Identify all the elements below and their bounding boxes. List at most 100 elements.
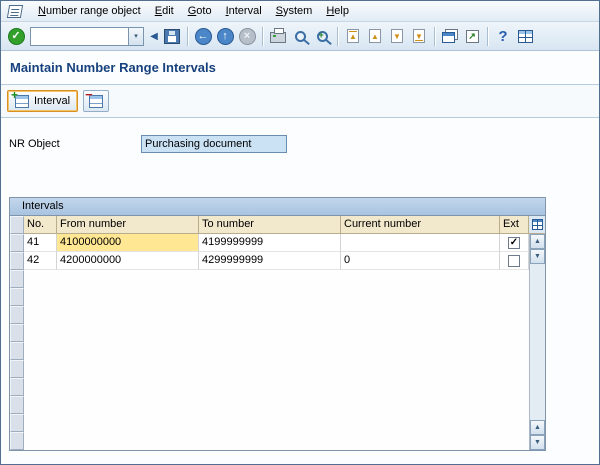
cell-no[interactable]: 42 <box>24 252 57 270</box>
scroll-up-icon: ▲ <box>534 424 541 431</box>
cell-from-number[interactable]: 4100000000 <box>57 234 199 252</box>
back-button[interactable]: ← <box>192 25 214 47</box>
row-selector[interactable] <box>10 270 24 288</box>
command-collapse-icon[interactable]: ◀ <box>147 25 161 47</box>
cell-to-number[interactable]: 4199999999 <box>199 234 341 252</box>
system-menu-icon[interactable] <box>6 4 24 18</box>
interval-button[interactable]: + Interval <box>7 87 79 112</box>
last-page-icon: ▼ <box>413 29 425 43</box>
toolbar-separator <box>487 26 488 46</box>
print-button[interactable] <box>267 25 289 47</box>
new-session-icon <box>442 29 458 43</box>
row-selector[interactable] <box>10 360 24 378</box>
table-header-row: No. From number To number Current number… <box>10 216 545 234</box>
page-down-button[interactable]: ▼ <box>386 25 408 47</box>
menu-interval[interactable]: Interval <box>219 3 269 19</box>
menu-bar: Number range object Edit Goto Interval S… <box>1 1 599 22</box>
ext-checkbox[interactable] <box>508 254 520 267</box>
help-icon: ? <box>498 27 508 45</box>
scroll-down-line-button[interactable]: ▼ <box>530 249 545 264</box>
customize-layout-icon <box>517 29 533 43</box>
enter-button[interactable]: ✓ <box>5 25 27 47</box>
page-up-icon: ▲ <box>369 29 381 43</box>
col-header-to-number[interactable]: To number <box>199 216 341 234</box>
first-page-button[interactable]: ▲ <box>342 25 364 47</box>
title-bar: Maintain Number Range Intervals <box>1 51 599 85</box>
save-button[interactable] <box>161 25 183 47</box>
find-next-button[interactable]: + <box>311 25 333 47</box>
scrollbar-track[interactable] <box>530 264 545 420</box>
find-next-icon: + <box>316 29 328 42</box>
table-empty-area <box>24 270 529 450</box>
customize-layout-button[interactable] <box>514 25 536 47</box>
table-setup-button[interactable] <box>529 216 545 234</box>
standard-toolbar: ✓ ▾ ◀ ← ↑ × + ▲ ▲ ▼ ▼ ↗ ? <box>1 22 599 51</box>
scroll-down-icon: ▼ <box>534 439 541 446</box>
menu-goto[interactable]: Goto <box>181 3 219 19</box>
back-icon: ← <box>194 27 212 45</box>
nr-object-row: NR Object Purchasing document <box>9 135 591 153</box>
row-selector[interactable] <box>10 306 24 324</box>
shortcut-button[interactable]: ↗ <box>461 25 483 47</box>
row-selector[interactable] <box>10 414 24 432</box>
row-selector[interactable] <box>10 432 24 450</box>
row-selector[interactable] <box>10 252 24 270</box>
cell-no[interactable]: 41 <box>24 234 57 252</box>
row-selector[interactable] <box>10 342 24 360</box>
cell-ext: ✓ <box>500 234 529 252</box>
col-header-from-number[interactable]: From number <box>57 216 199 234</box>
vertical-scrollbar[interactable]: ▲ ▼ ▲ ▼ <box>529 234 545 450</box>
save-icon <box>164 28 180 44</box>
row-selector[interactable] <box>10 378 24 396</box>
shortcut-icon: ↗ <box>465 29 479 43</box>
col-header-current-number[interactable]: Current number <box>341 216 500 234</box>
menu-system[interactable]: System <box>269 3 320 19</box>
command-dropdown-icon[interactable]: ▾ <box>128 27 143 45</box>
toolbar-separator <box>262 26 263 46</box>
menu-number-range-object[interactable]: Number range object <box>31 3 148 19</box>
new-session-button[interactable] <box>439 25 461 47</box>
select-all-cell[interactable] <box>10 216 24 234</box>
table-row: 42 4200000000 4299999999 0 <box>24 252 529 270</box>
nr-object-field[interactable]: Purchasing document <box>141 135 287 153</box>
scroll-up-icon: ▲ <box>534 238 541 245</box>
menu-edit[interactable]: Edit <box>148 3 181 19</box>
col-header-ext[interactable]: Ext <box>500 216 529 234</box>
command-input[interactable] <box>31 27 128 45</box>
find-button[interactable] <box>289 25 311 47</box>
scroll-up-page-button[interactable]: ▲ <box>530 420 545 435</box>
cell-ext <box>500 252 529 270</box>
cell-current-number[interactable]: 0 <box>341 252 500 270</box>
delete-interval-button[interactable]: − <box>83 88 110 112</box>
scroll-down-button[interactable]: ▼ <box>530 435 545 450</box>
minus-icon: − <box>85 86 93 102</box>
plus-glyph: + <box>318 29 324 40</box>
find-icon <box>294 30 306 42</box>
row-selector[interactable] <box>10 396 24 414</box>
page-up-button[interactable]: ▲ <box>364 25 386 47</box>
row-selector[interactable] <box>10 288 24 306</box>
scroll-up-button[interactable]: ▲ <box>530 234 545 249</box>
cell-from-number[interactable]: 4200000000 <box>57 252 199 270</box>
intervals-table: Intervals No. From number To number Curr… <box>9 197 546 451</box>
table-row: 41 4100000000 4199999999 ✓ <box>24 234 529 252</box>
col-header-no[interactable]: No. <box>24 216 57 234</box>
plus-icon: + <box>11 87 19 102</box>
nr-object-value: Purchasing document <box>145 138 252 150</box>
sap-window: Number range object Edit Goto Interval S… <box>0 0 600 465</box>
ext-checkbox[interactable]: ✓ <box>508 236 520 249</box>
last-page-button[interactable]: ▼ <box>408 25 430 47</box>
row-selector[interactable] <box>10 234 24 252</box>
row-selector-column <box>10 234 24 450</box>
cell-current-number[interactable] <box>341 234 500 252</box>
application-toolbar: + Interval − <box>1 85 599 118</box>
cancel-button[interactable]: × <box>236 25 258 47</box>
cell-to-number[interactable]: 4299999999 <box>199 252 341 270</box>
row-selector[interactable] <box>10 324 24 342</box>
delete-interval-icon: − <box>85 88 104 108</box>
menu-help[interactable]: Help <box>319 3 356 19</box>
cancel-icon: × <box>238 27 256 45</box>
help-button[interactable]: ? <box>492 25 514 47</box>
table-body: 41 4100000000 4199999999 ✓ 42 4200000000… <box>10 234 545 450</box>
exit-button[interactable]: ↑ <box>214 25 236 47</box>
